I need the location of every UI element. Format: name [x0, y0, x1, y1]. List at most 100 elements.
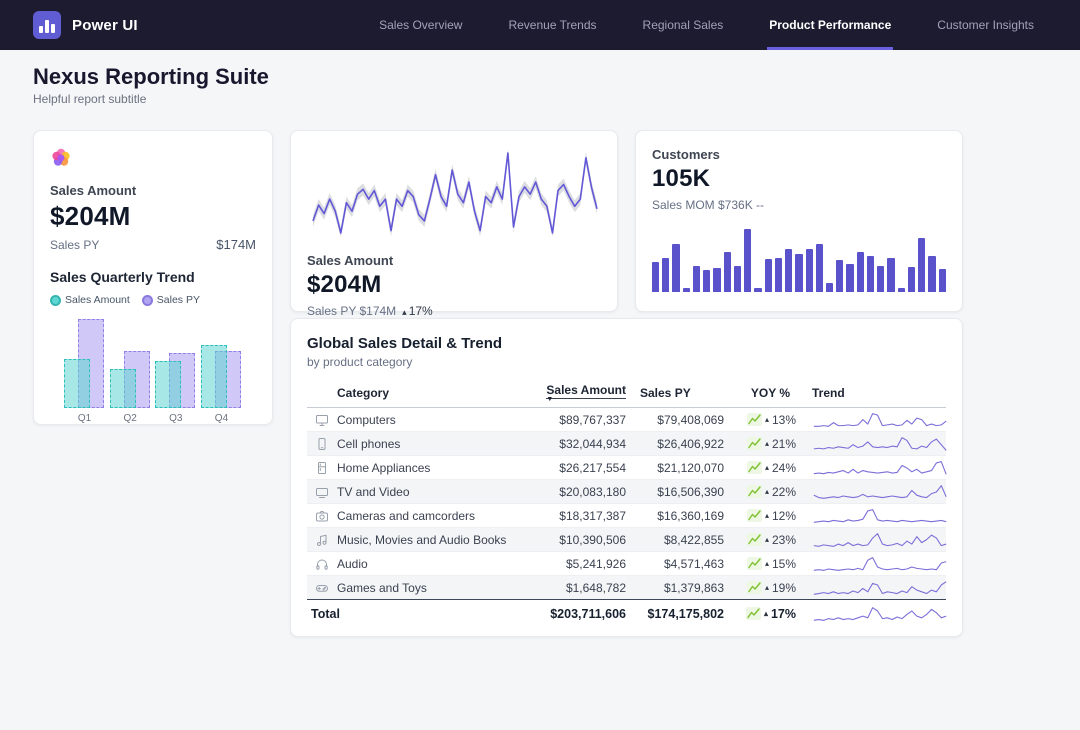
sales-py-cell: $16,360,169 — [626, 509, 724, 523]
yoy-sparkline-icon — [747, 461, 762, 474]
customer-bar — [826, 283, 833, 292]
customer-bar — [734, 266, 741, 292]
quarter-bar-group: Q4 — [201, 316, 242, 424]
yoy-cell: ▴22% — [724, 485, 798, 499]
total-sales-amount: $203,711,606 — [522, 607, 626, 621]
increase-icon: ▴ — [765, 487, 769, 496]
customer-bar — [928, 256, 935, 292]
customer-bar — [683, 288, 690, 292]
customer-bar — [662, 258, 669, 292]
customer-bar — [693, 266, 700, 292]
quarterly-chart-title: Sales Quarterly Trend — [50, 269, 256, 285]
category-cell: Cameras and camcorders — [337, 509, 522, 523]
legend: Sales Amount Sales PY — [50, 294, 256, 306]
column-header-yoy[interactable]: YOY % — [724, 386, 798, 400]
kpi-label: Sales Amount — [50, 183, 256, 198]
category-cell: TV and Video — [337, 485, 522, 499]
customer-bar — [867, 256, 874, 292]
trend-sparkline — [812, 411, 948, 429]
nav-tabs: Sales Overview Revenue Trends Regional Sal… — [379, 0, 1034, 50]
legend-dot-sales-py — [142, 295, 153, 306]
category-cell: Cell phones — [337, 437, 522, 451]
tab-product-performance[interactable]: Product Performance — [769, 0, 891, 50]
page-title: Nexus Reporting Suite — [33, 64, 269, 90]
tab-sales-overview[interactable]: Sales Overview — [379, 0, 462, 50]
computer-icon — [315, 413, 329, 427]
customer-bar — [744, 229, 751, 292]
bar-chart-logo-icon — [33, 11, 61, 39]
tab-regional-sales[interactable]: Regional Sales — [643, 0, 724, 50]
sales-py-cell: $21,120,070 — [626, 461, 724, 475]
customer-bar — [908, 267, 915, 292]
yoy-sparkline-icon — [747, 485, 762, 498]
column-header-sales-amount[interactable]: Sales Amount▼ — [522, 383, 626, 404]
table-row-games-and-toys[interactable]: Games and Toys$1,648,782$1,379,863▴19% — [307, 575, 946, 599]
category-cell: Music, Movies and Audio Books — [337, 533, 522, 547]
trend-sparkline — [812, 555, 948, 573]
table-body: Computers$89,767,337$79,408,069▴13%Cell … — [307, 408, 946, 627]
sales-amount-bar — [64, 359, 90, 408]
tab-customer-insights[interactable]: Customer Insights — [937, 0, 1034, 50]
category-cell: Audio — [337, 557, 522, 571]
increase-icon: ▴ — [402, 307, 407, 317]
appliance-icon — [315, 461, 329, 475]
customers-card: Customers 105K Sales MOM $736K -- — [635, 130, 963, 312]
kpi-value: 105K — [652, 165, 946, 193]
increase-icon: ▴ — [764, 609, 768, 618]
yoy-sparkline-icon — [747, 437, 762, 450]
yoy-sparkline-icon — [747, 557, 762, 570]
column-header-sales-py[interactable]: Sales PY — [626, 386, 724, 400]
sales-py-cell: $16,506,390 — [626, 485, 724, 499]
quarter-label: Q2 — [110, 413, 151, 424]
customer-bar — [765, 259, 772, 292]
yoy-sparkline-icon — [747, 413, 762, 426]
quarter-bar-group: Q3 — [155, 316, 196, 424]
yoy-sparkline-icon — [746, 607, 761, 620]
kpi-value: $204M — [50, 201, 256, 232]
increase-icon: ▴ — [765, 511, 769, 520]
table-title: Global Sales Detail & Trend — [307, 335, 946, 352]
table-row-computers[interactable]: Computers$89,767,337$79,408,069▴13% — [307, 408, 946, 431]
total-yoy: ▴17% — [724, 607, 798, 621]
column-header-trend[interactable]: Trend — [798, 386, 948, 400]
table-row-cameras-and-camcorders[interactable]: Cameras and camcorders$18,317,387$16,360… — [307, 503, 946, 527]
customer-bar — [672, 244, 679, 292]
page-subtitle: Helpful report subtitle — [33, 92, 146, 106]
sales-detail-card: Global Sales Detail & Trend by product c… — [290, 318, 963, 637]
total-sales-py: $174,175,802 — [626, 607, 724, 621]
sales-py-cell: $26,406,922 — [626, 437, 724, 451]
trend-sparkline — [812, 507, 948, 525]
customer-bar — [816, 244, 823, 292]
yoy-cell: ▴12% — [724, 509, 798, 523]
brand-name: Power UI — [72, 17, 138, 34]
trend-sparkline — [812, 483, 948, 501]
quarter-label: Q4 — [201, 413, 242, 424]
tab-revenue-trends[interactable]: Revenue Trends — [508, 0, 596, 50]
quarter-label: Q3 — [155, 413, 196, 424]
brand: Power UI — [33, 0, 138, 50]
sales-py-cell: $1,379,863 — [626, 581, 724, 595]
table-row-cell-phones[interactable]: Cell phones$32,044,934$26,406,922▴21% — [307, 431, 946, 455]
legend-dot-sales-amount — [50, 295, 61, 306]
category-cell: Games and Toys — [337, 581, 522, 595]
headphones-icon — [315, 557, 329, 571]
customer-bar — [877, 266, 884, 292]
increase-icon: ▴ — [765, 535, 769, 544]
controller-icon — [315, 581, 329, 595]
yoy-cell: ▴15% — [724, 557, 798, 571]
table-row-music-movies-and-audio-books[interactable]: Music, Movies and Audio Books$10,390,506… — [307, 527, 946, 551]
table-total-row: Total$203,711,606$174,175,802▴17% — [307, 599, 946, 627]
customer-bar — [846, 264, 853, 292]
customer-bar — [806, 249, 813, 292]
table-row-tv-and-video[interactable]: TV and Video$20,083,180$16,506,390▴22% — [307, 479, 946, 503]
legend-label: Sales Amount — [65, 294, 130, 306]
sales-amount-cell: $89,767,337 — [522, 413, 626, 427]
cellphone-icon — [315, 437, 329, 451]
yoy-cell: ▴13% — [724, 413, 798, 427]
yoy-sparkline-icon — [747, 509, 762, 522]
table-row-audio[interactable]: Audio$5,241,926$4,571,463▴15% — [307, 551, 946, 575]
column-header-category[interactable]: Category — [337, 386, 522, 400]
table-row-home-appliances[interactable]: Home Appliances$26,217,554$21,120,070▴24… — [307, 455, 946, 479]
customer-bar — [785, 249, 792, 292]
music-icon — [315, 533, 329, 547]
